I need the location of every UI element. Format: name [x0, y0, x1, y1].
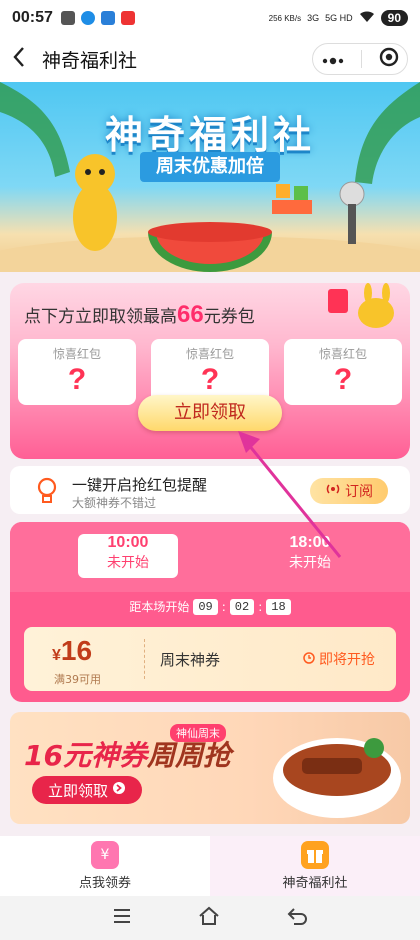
countdown-label: 距本场开始	[129, 600, 190, 614]
coupon-divider	[144, 639, 145, 679]
slot-1000[interactable]: 10:00 未开始	[78, 534, 178, 578]
card-label: 惊喜红包	[318, 347, 367, 361]
tab-bar: ¥ 点我领券 神奇福利社	[0, 836, 420, 896]
capsule-divider	[360, 50, 362, 68]
question-mark-icon: ?	[67, 363, 87, 396]
headline-suffix: 元券包	[203, 307, 255, 327]
headline-prefix: 点下方立即取领最高	[24, 307, 177, 327]
status-app-icons	[60, 11, 135, 25]
arrow-right-circle-icon	[112, 781, 126, 799]
page-title: 神奇福利社	[42, 49, 138, 72]
card-label: 惊喜红包	[52, 347, 101, 361]
promo-claim-button[interactable]: 立即领取	[32, 776, 142, 804]
slot-status: 未开始	[107, 555, 149, 571]
coupon-tab-icon: ¥	[91, 841, 119, 869]
app-notification-icon	[60, 11, 75, 25]
reminder-subtitle: 大额神券不错过	[72, 496, 157, 510]
menu-icon[interactable]	[112, 908, 132, 928]
slot-time: 10:00	[107, 534, 149, 551]
card-label: 惊喜红包	[185, 347, 234, 361]
coming-soon-status: 即将开抢	[302, 649, 375, 669]
tab-label: 点我领券	[78, 876, 131, 891]
mascot-icon	[328, 283, 394, 328]
miniapp-capsule	[312, 43, 408, 75]
more-icon[interactable]	[322, 50, 344, 69]
lightbulb-icon	[36, 477, 58, 509]
coupon-amount: ¥16	[52, 635, 92, 667]
signal-3g: 3G	[307, 13, 320, 23]
coupon-value: 16	[60, 635, 93, 666]
food-bowl-image	[273, 738, 401, 818]
back-nav-icon[interactable]	[286, 907, 308, 929]
home-icon[interactable]	[197, 906, 221, 930]
session-section: 10:00 未开始 18:00 未开始 距本场开始 09: 02: 18 ¥16…	[10, 522, 410, 702]
promo-claim-label: 立即领取	[47, 781, 108, 800]
net-speed: 256 KB/s	[268, 13, 302, 23]
reminder-title: 一键开启抢红包提醒	[72, 476, 208, 494]
status-bar: 00:57 256 KB/s 3G 5G HD 90	[0, 0, 420, 36]
hero-title: 神奇福利社	[104, 113, 315, 157]
coupon-condition: 满39可用	[54, 673, 101, 686]
qq-icon	[80, 11, 95, 25]
surprise-card-1[interactable]: 惊喜红包 ?	[18, 339, 136, 405]
status-time: 00:57	[12, 9, 53, 26]
signal-5g: 5G HD	[325, 13, 353, 23]
surprise-card-3[interactable]: 惊喜红包 ?	[284, 339, 402, 405]
promo-banner[interactable]: 16元神券周周抢 神仙周末 立即领取	[10, 712, 410, 824]
hero-banner: 神奇福利社 周末优惠加倍	[0, 82, 420, 272]
annotation-arrow	[238, 431, 342, 558]
nav-bar: 神奇福利社	[0, 36, 420, 82]
promo-tag: 神仙周末	[170, 724, 226, 742]
wifi-icon	[359, 10, 375, 26]
question-mark-icon: ?	[333, 363, 353, 396]
countdown-hours: 09	[193, 598, 218, 615]
gift-icon	[301, 841, 329, 869]
hero-subtitle: 周末优惠加倍	[140, 152, 280, 182]
alarm-clock-icon	[302, 650, 316, 668]
coupon-card[interactable]: ¥16 满39可用 周末神券 即将开抢	[24, 627, 396, 691]
coupon-name: 周末神券	[160, 651, 221, 669]
headline-amount: 66	[177, 301, 204, 328]
question-mark-icon: ?	[200, 363, 220, 396]
countdown-minutes: 02	[229, 598, 255, 615]
countdown-seconds: 18	[266, 598, 291, 615]
coming-soon-label: 即将开抢	[319, 652, 375, 668]
tab-label: 神奇福利社	[282, 876, 348, 891]
reminder-row: 一键开启抢红包提醒 大额神券不错过 订阅	[10, 466, 410, 514]
system-nav-bar	[0, 896, 420, 940]
panel-headline: 点下方立即取领最高66元券包	[24, 301, 255, 329]
currency-symbol: ¥	[52, 647, 61, 664]
tab-get-coupons[interactable]: ¥ 点我领券	[0, 836, 210, 896]
red-packet-panel: 点下方立即取领最高66元券包 惊喜红包 ? 惊喜红包 ? 惊喜红包 ? 立即领取	[10, 283, 410, 459]
alipay-icon	[100, 11, 115, 25]
close-miniapp-icon[interactable]	[379, 47, 399, 71]
countdown: 距本场开始 09: 02: 18	[10, 598, 410, 615]
back-icon[interactable]	[12, 46, 26, 72]
app-red-icon	[120, 11, 135, 25]
battery-level: 90	[380, 10, 408, 26]
tab-welfare[interactable]: 神奇福利社	[210, 836, 420, 896]
